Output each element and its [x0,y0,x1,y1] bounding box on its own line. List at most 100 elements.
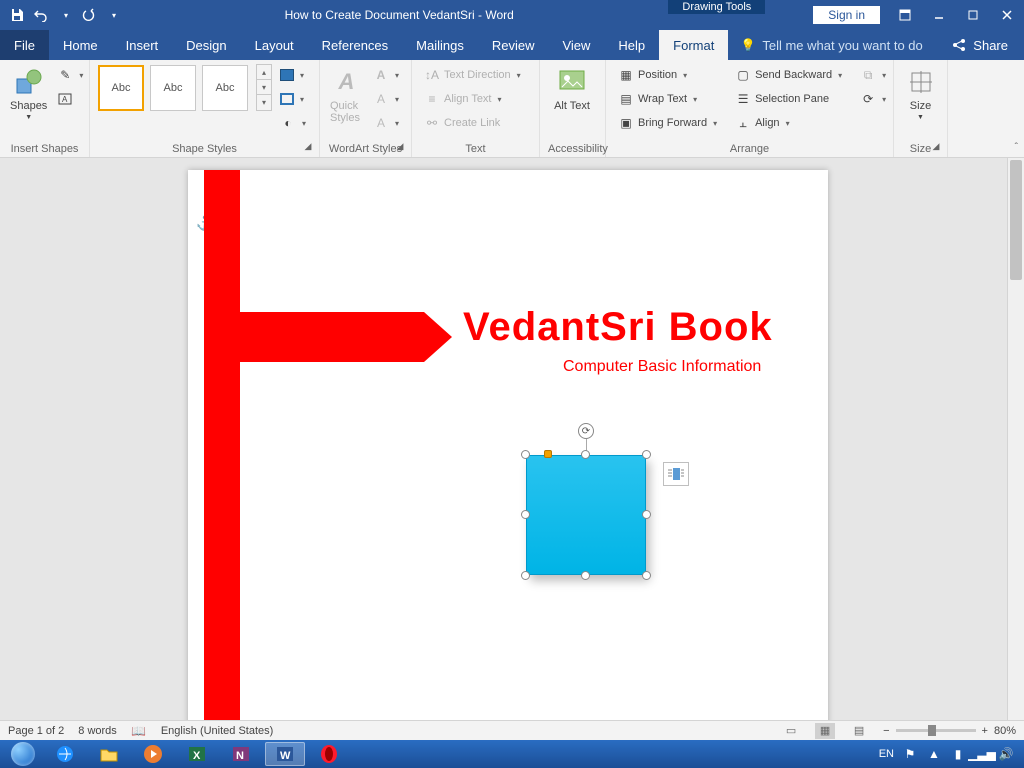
tab-view[interactable]: View [548,30,604,60]
share-button[interactable]: Share [935,30,1024,60]
tab-references[interactable]: References [308,30,402,60]
qat-customize[interactable] [102,4,124,26]
redo-icon[interactable] [78,4,100,26]
bring-forward-button[interactable]: ▣Bring Forward [614,112,721,134]
shape-style-1[interactable]: Abc [98,65,144,111]
zoom-slider-thumb[interactable] [928,725,936,736]
send-backward-button[interactable]: ▢Send Backward [731,64,846,86]
maximize-icon[interactable] [956,0,990,30]
wrap-text-button[interactable]: ▤Wrap Text [614,88,721,110]
taskbar-explorer[interactable] [89,742,129,766]
tray-flag-icon[interactable]: ⚑ [902,746,918,762]
position-button[interactable]: ▦Position [614,64,721,86]
tray-network-icon[interactable]: ▁▃▅ [974,746,990,762]
shape-styles-launcher[interactable]: ◢ [301,139,315,153]
resize-handle-ne[interactable] [642,450,651,459]
tray-language[interactable]: EN [879,748,894,760]
close-icon[interactable] [990,0,1024,30]
ribbon-display-options-icon[interactable] [888,0,922,30]
page-subtitle[interactable]: Computer Basic Information [563,358,761,376]
tab-help[interactable]: Help [604,30,659,60]
tell-me-search[interactable]: 💡 Tell me what you want to do [728,30,934,60]
wordart-launcher[interactable]: ◢ [393,139,407,153]
group-label-insert-shapes: Insert Shapes [8,141,81,155]
read-mode-icon[interactable]: ▭ [781,723,801,739]
size-launcher[interactable]: ◢ [929,139,943,153]
tray-chevron-icon[interactable]: ▲ [926,746,942,762]
shape-style-gallery[interactable]: Abc Abc Abc ▴▾▾ [98,64,272,111]
text-direction-icon: ↕A [424,67,440,83]
vertical-scrollbar[interactable] [1007,158,1024,720]
draw-text-box-button[interactable]: A [53,88,87,110]
resize-handle-nw[interactable] [521,450,530,459]
resize-handle-n[interactable] [581,450,590,459]
undo-dropdown[interactable] [54,4,76,26]
tab-design[interactable]: Design [172,30,240,60]
group-accessibility: Alt Text Accessibility [540,60,606,157]
resize-handle-s[interactable] [581,571,590,580]
tab-home[interactable]: Home [49,30,112,60]
red-arrow-shape[interactable] [204,312,424,362]
collapse-ribbon-icon[interactable]: ˆ [1015,142,1018,153]
svg-text:A: A [62,95,68,104]
word-count[interactable]: 8 words [78,725,117,737]
shape-outline-icon [280,93,294,105]
sign-in-button[interactable]: Sign in [813,6,880,24]
layout-options-button[interactable] [663,462,689,486]
edit-shape-button[interactable]: ✎ [53,64,87,86]
alt-text-button[interactable]: Alt Text [548,64,596,114]
spellcheck-icon[interactable]: 📖 [131,723,147,739]
shape-fill-button[interactable] [276,64,310,86]
web-layout-icon[interactable]: ▤ [849,723,869,739]
resize-handle-e[interactable] [642,510,651,519]
selected-shape[interactable]: ⟳ [526,455,646,575]
print-layout-icon[interactable]: ▦ [815,723,835,739]
tray-volume-icon[interactable]: 🔊 [998,746,1014,762]
taskbar-excel[interactable]: X [177,742,217,766]
zoom-slider[interactable] [896,729,976,732]
align-button[interactable]: ⫠Align [731,112,846,134]
tray-battery-icon[interactable]: ▮ [950,746,966,762]
red-vertical-bar[interactable] [204,170,240,720]
tab-insert[interactable]: Insert [112,30,173,60]
document-page[interactable]: ⚓ VedantSri Book Computer Basic Informat… [188,170,828,720]
tab-format[interactable]: Format [659,30,728,60]
minimize-icon[interactable] [922,0,956,30]
resize-handle-se[interactable] [642,571,651,580]
adjustment-handle[interactable] [544,450,552,458]
page-indicator[interactable]: Page 1 of 2 [8,725,64,737]
scrollbar-thumb[interactable] [1010,160,1022,280]
tab-file[interactable]: File [0,30,49,60]
page-title[interactable]: VedantSri Book [463,305,773,350]
tab-layout[interactable]: Layout [241,30,308,60]
taskbar-onenote[interactable]: N [221,742,261,766]
shape-style-3[interactable]: Abc [202,65,248,111]
language-indicator[interactable]: English (United States) [161,725,274,737]
shape-fill-icon [280,69,294,81]
taskbar-media[interactable] [133,742,173,766]
tab-review[interactable]: Review [478,30,549,60]
size-button[interactable]: Size ▼ [902,64,939,123]
shape-outline-button[interactable] [276,88,310,110]
taskbar-ie[interactable] [45,742,85,766]
save-icon[interactable] [6,4,28,26]
undo-icon[interactable] [30,4,52,26]
resize-handle-w[interactable] [521,510,530,519]
tab-mailings[interactable]: Mailings [402,30,478,60]
taskbar-word[interactable]: W [265,742,305,766]
rotate-handle[interactable]: ⟳ [578,423,594,439]
shape-effects-button[interactable]: ◐ [276,112,310,134]
shapes-gallery-button[interactable]: Shapes ▼ [8,64,49,123]
rotate-button[interactable]: ⟳ [856,88,890,110]
taskbar-opera[interactable] [309,742,349,766]
shape-style-2[interactable]: Abc [150,65,196,111]
shape-style-more[interactable]: ▴▾▾ [256,64,272,111]
resize-handle-sw[interactable] [521,571,530,580]
start-button[interactable] [4,740,42,768]
zoom-out-button[interactable]: − [883,725,889,737]
blue-rounded-rectangle[interactable] [526,455,646,575]
zoom-percent[interactable]: 80% [994,725,1016,737]
lightbulb-icon: 💡 [740,37,756,53]
zoom-in-button[interactable]: + [982,725,988,737]
selection-pane-button[interactable]: ☰Selection Pane [731,88,846,110]
